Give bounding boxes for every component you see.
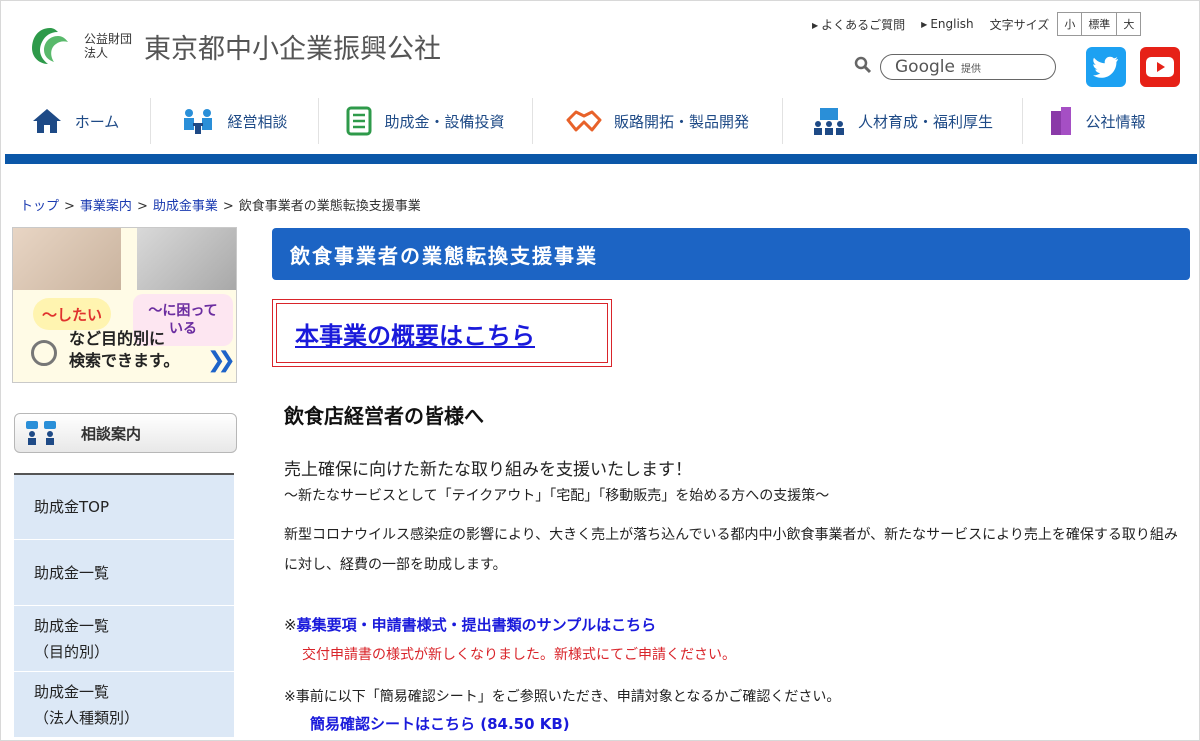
- breadcrumb-separator: >: [136, 199, 148, 214]
- search-input[interactable]: Google 提供: [880, 54, 1056, 80]
- faq-link[interactable]: よくあるご質問: [812, 16, 905, 33]
- utility-links: よくあるご質問 English 文字サイズ 小 標準 大: [812, 12, 1142, 36]
- font-size-label: 文字サイズ: [989, 17, 1050, 32]
- man-on-phone-photo: [137, 228, 236, 290]
- purpose-search-banner[interactable]: 〜したい 〜に困って いる など目的別に 検索できます。 ❯❯: [12, 227, 237, 383]
- nav-item-subsidies[interactable]: 助成金・設備投資: [318, 98, 532, 144]
- consultation-icon: [181, 107, 215, 135]
- banner-text: など目的別に 検索できます。: [69, 328, 179, 372]
- banner-text-line: 検索できます。: [69, 351, 180, 370]
- breadcrumb-separator: >: [64, 199, 75, 214]
- sidebar-item-sublabel: （法人種類別）: [34, 708, 140, 727]
- document-list-icon: [346, 106, 372, 136]
- overview-link-inner: 本事業の概要はこちら: [276, 303, 608, 363]
- search-icon[interactable]: [854, 56, 872, 78]
- sidebar-item-subsidy-top[interactable]: 助成金TOP: [14, 475, 234, 540]
- check-sheet-link[interactable]: 簡易確認シートはこちら (84.50 KB): [310, 715, 570, 733]
- banner-bubble-want: 〜したい: [33, 298, 111, 330]
- logo-mark-icon: [28, 24, 72, 68]
- font-size-small-button[interactable]: 小: [1058, 13, 1083, 35]
- org-type: 公益財団法人: [84, 32, 133, 60]
- building-icon: [1049, 105, 1073, 137]
- section-heading: 飲食店経営者の皆様へ: [284, 404, 484, 428]
- nav-item-market-development[interactable]: 販路開拓・製品開発: [532, 98, 782, 144]
- org-name: 東京都中小企業振興公社: [144, 33, 441, 65]
- sidebar-item-label: 助成金一覧: [34, 563, 110, 582]
- nav-label: 経営相談: [227, 112, 288, 131]
- breadcrumb-current: 飲食事業者の業態転換支援事業: [238, 199, 421, 214]
- breadcrumb: トップ > 事業案内 > 助成金事業 > 飲食事業者の業態転換支援事業: [20, 195, 421, 214]
- nav-item-consultation[interactable]: 経営相談: [150, 98, 318, 144]
- page-title: 飲食事業者の業態転換支援事業: [272, 228, 1190, 280]
- font-size-large-button[interactable]: 大: [1117, 13, 1141, 35]
- font-size-standard-button[interactable]: 標準: [1082, 13, 1118, 35]
- sidebar-item-label: 助成金一覧: [34, 682, 110, 701]
- sidebar-item-label: 助成金一覧: [34, 616, 110, 635]
- global-nav: ホーム 経営相談 助成金・設備投資 販路開拓・製品開発 人材育成・福利厚生 公社…: [0, 98, 1200, 148]
- guidelines-link[interactable]: 募集要項・申請書様式・提出書類のサンプルはこちら: [297, 616, 657, 634]
- body-paragraph: 新型コロナウイルス感染症の影響により、大きく売上が落ち込んでいる都内中小飲食事業…: [284, 527, 1178, 573]
- sidebar-item-subsidy-by-corp-type[interactable]: 助成金一覧 （法人種類別）: [14, 672, 234, 738]
- site-logo[interactable]: 公益財団法人 東京都中小企業振興公社: [28, 24, 441, 68]
- nav-label: 人材育成・福利厚生: [857, 112, 993, 131]
- overview-link-box: 本事業の概要はこちら: [272, 299, 612, 367]
- lead-text: 売上確保に向けた新たな取り組みを支援いたします！: [284, 460, 692, 480]
- breadcrumb-top-link[interactable]: トップ: [20, 199, 59, 214]
- check-sheet-note-link: 簡易確認シートはこちら (84.50 KB): [310, 713, 570, 734]
- sidebar-item-subsidy-list[interactable]: 助成金一覧: [14, 540, 234, 606]
- nav-divider-bar: [5, 154, 1197, 164]
- sidebar-item-sublabel: （目的別）: [34, 642, 110, 661]
- nav-item-corporate-info[interactable]: 公社情報: [1022, 98, 1172, 144]
- banner-bubble-line: 〜に困って: [148, 303, 218, 319]
- twitter-icon[interactable]: [1086, 47, 1126, 87]
- banner-text-line: など目的別に: [69, 329, 166, 348]
- house-icon: [31, 107, 63, 135]
- nav-label: 販路開拓・製品開発: [613, 112, 749, 131]
- nav-item-home[interactable]: ホーム: [0, 98, 150, 144]
- english-link[interactable]: English: [921, 17, 973, 31]
- check-sheet-note: ※事前に以下「簡易確認シート」をご参照いただき、申請対象となるかご確認ください。: [284, 689, 841, 705]
- site-search: Google 提供: [854, 54, 1056, 80]
- nav-label: 公社情報: [1085, 112, 1146, 131]
- sidebar-item-subsidy-by-purpose[interactable]: 助成金一覧 （目的別）: [14, 606, 234, 672]
- form-update-notice: 交付申請書の様式が新しくなりました。新様式にてご申請ください。: [302, 647, 736, 663]
- font-size-switcher: 小 標準 大: [1057, 12, 1142, 36]
- sub-text: 〜新たなサービスとして「テイクアウト」「宅配」「移動販売」を始める方への支援策〜: [284, 488, 830, 504]
- search-brand: Google: [895, 57, 955, 77]
- nav-label: ホーム: [74, 112, 120, 131]
- double-chevron-right-icon: ❯❯: [207, 348, 236, 373]
- consultation-guide-label: 相談案内: [81, 424, 142, 443]
- nav-label: 助成金・設備投資: [384, 112, 505, 131]
- search-suffix: 提供: [960, 63, 981, 75]
- note-mark: ※: [284, 616, 297, 634]
- breadcrumb-subsidy-link[interactable]: 助成金事業: [153, 199, 218, 214]
- handshake-icon: [566, 108, 602, 134]
- magnifier-icon: [31, 340, 57, 366]
- woman-photo: [13, 228, 121, 290]
- guidelines-note: ※募集要項・申請書様式・提出書類のサンプルはこちら: [284, 614, 656, 635]
- training-icon: [812, 106, 846, 136]
- nav-item-hr-welfare[interactable]: 人材育成・福利厚生: [782, 98, 1022, 144]
- sidebar-menu: 助成金TOP 助成金一覧 助成金一覧 （目的別） 助成金一覧 （法人種類別）: [14, 473, 234, 738]
- consultation-guide-button[interactable]: 相談案内: [14, 413, 237, 453]
- breadcrumb-separator: >: [222, 199, 234, 214]
- overview-link[interactable]: 本事業の概要はこちら: [295, 316, 535, 351]
- youtube-icon[interactable]: [1140, 47, 1180, 87]
- sidebar-item-label: 助成金TOP: [34, 498, 110, 516]
- people-icon: [25, 420, 57, 446]
- breadcrumb-business-link[interactable]: 事業案内: [80, 199, 132, 214]
